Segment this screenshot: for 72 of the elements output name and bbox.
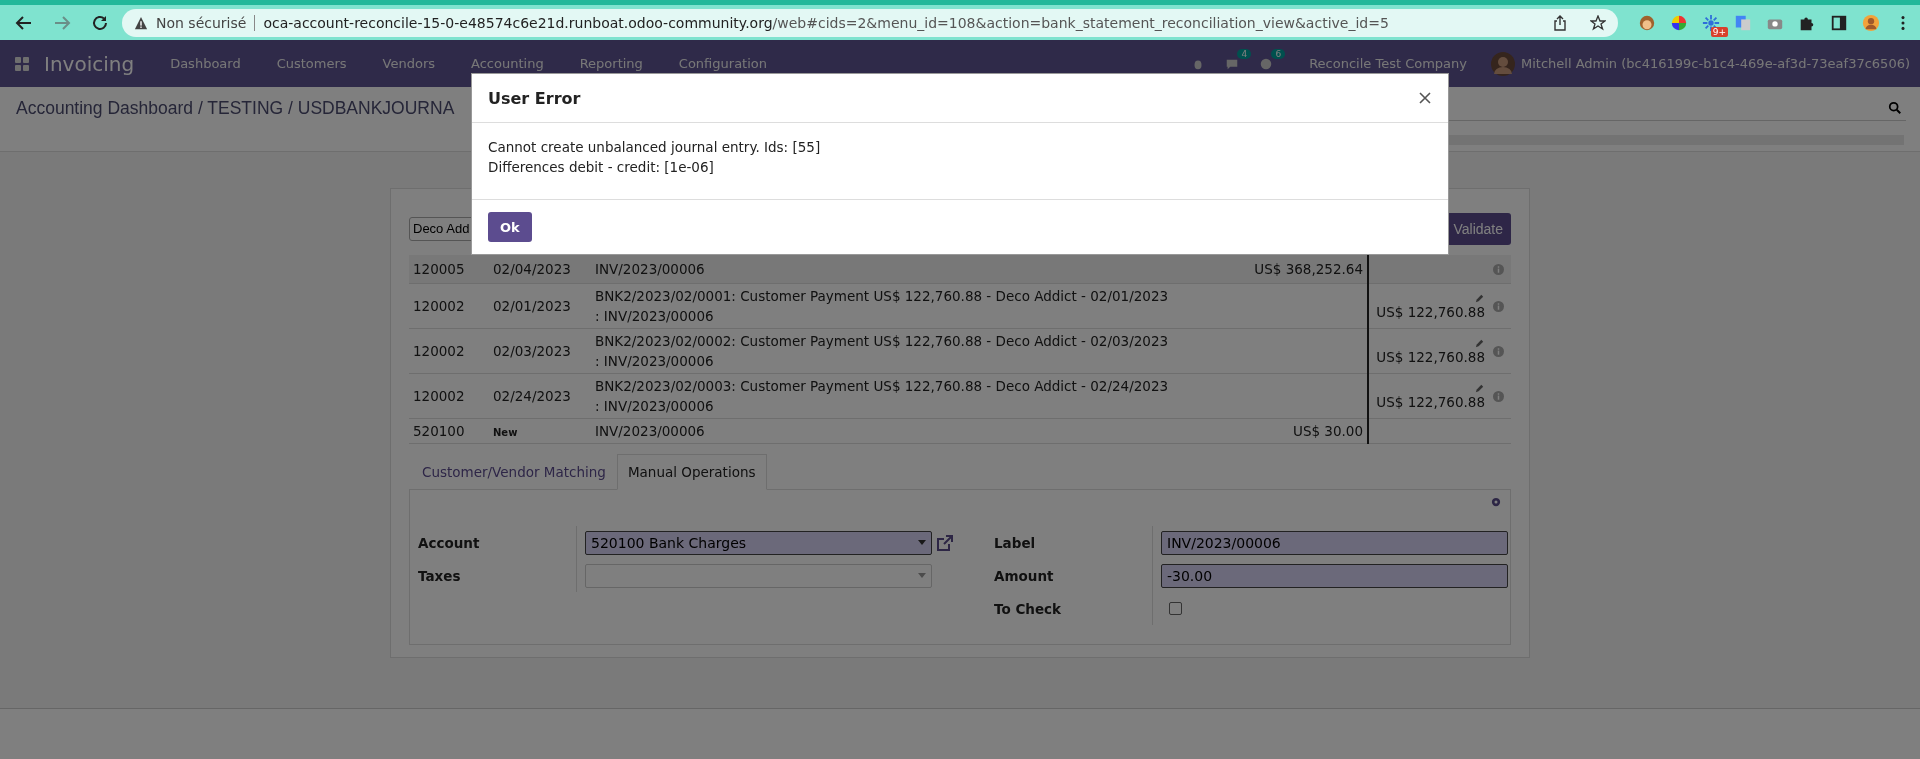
dialog-title: User Error: [488, 88, 581, 108]
security-label: Non sécurisé: [156, 14, 247, 31]
user-menu[interactable]: Mitchell Admin (bc416199c-b1c4-469e-af3d-73eaf37c6506): [1521, 56, 1910, 71]
color-wheel-icon[interactable]: [1670, 13, 1688, 32]
pencil-icon[interactable]: [1474, 337, 1485, 349]
info-icon[interactable]: [1493, 390, 1504, 402]
count-badge: 4: [1237, 48, 1252, 59]
field-label: Account: [418, 526, 577, 559]
company-switcher[interactable]: Reconcile Test Company: [1309, 56, 1467, 71]
notification-badge: 9+: [1710, 26, 1728, 37]
table-cell: US$ 30.00: [1293, 423, 1363, 439]
menu-item[interactable]: Reporting: [561, 56, 661, 71]
user-avatar[interactable]: [1491, 51, 1515, 76]
menu-item[interactable]: Configuration: [660, 56, 785, 71]
table-cell: 120005: [409, 255, 489, 284]
apps-icon[interactable]: [14, 55, 30, 72]
table-cell: 02/24/2023: [489, 373, 591, 419]
address-bar[interactable]: Non sécurisé oca-account-reconcile-15-0-e48574c6e21d.runboat.odoo-community.org/web#cids=2&menu_id=108&action=bank_statement_reconciliation_view&active_id=5: [122, 8, 1618, 37]
table-cell: 520100: [409, 418, 489, 444]
table-cell: New: [489, 418, 591, 444]
table-cell: 120002: [409, 373, 489, 419]
external-link-icon[interactable]: [936, 533, 954, 552]
checkbox[interactable]: [1169, 602, 1182, 615]
table-cell: 120002: [409, 283, 489, 329]
field-label: Amount: [994, 559, 1153, 592]
settings-icon[interactable]: [1490, 496, 1502, 508]
app-title[interactable]: Invoicing: [44, 51, 135, 76]
table-cell: 120002: [409, 328, 489, 374]
table-cell: BNK2/2023/02/0002: Customer Payment US$ 122,760.88 - Deco Addict - 02/03/2023 : INV/2023/00006: [591, 328, 1179, 374]
menu-item[interactable]: Vendors: [364, 56, 454, 71]
caret-icon: [918, 573, 926, 578]
account-select[interactable]: 520100 Bank Charges: [585, 530, 932, 555]
error-message: Differences debit - credit: [1e-06]: [488, 158, 715, 177]
info-icon[interactable]: [1493, 263, 1504, 275]
table-cell-text: US$ 122,760.88: [1375, 348, 1485, 365]
count-badge: 6: [1271, 48, 1286, 59]
tab[interactable]: Customer/Vendor Matching: [411, 454, 617, 490]
menu-item[interactable]: Accounting: [453, 56, 562, 71]
caret-icon: [918, 540, 926, 545]
breadcrumb: Accounting Dashboard / TESTING / USDBANKJOURNA: [16, 97, 455, 119]
error-message: Cannot create unbalanced journal entry. Ids: [55]: [488, 138, 822, 157]
url-text: oca-account-reconcile-15-0-e48574c6e21d.runboat.odoo-community.org/web#cids=2&menu_id=108&action=bank_statement_reconciliation_view&active_id=5: [263, 14, 1389, 31]
table-cell: 02/03/2023: [489, 328, 591, 374]
close-icon[interactable]: [1418, 91, 1432, 105]
warning-icon: [134, 15, 148, 30]
table-cell: 02/01/2023: [489, 283, 591, 329]
menu-item[interactable]: Dashboard: [152, 56, 259, 71]
field-label: Label: [994, 526, 1153, 559]
info-icon[interactable]: [1493, 345, 1504, 357]
table-cell: BNK2/2023/02/0001: Customer Payment US$ 122,760.88 - Deco Addict - 02/01/2023 : INV/2023/00006: [591, 283, 1179, 329]
info-icon[interactable]: [1493, 300, 1504, 312]
sidebar-icon[interactable]: [1830, 13, 1848, 32]
field-label: Taxes: [418, 559, 577, 592]
avatar-icon[interactable]: [1862, 13, 1880, 32]
search-icon[interactable]: [1888, 100, 1902, 115]
table-cell-text: US$ 122,760.88: [1375, 393, 1485, 410]
share-icon[interactable]: [1552, 14, 1568, 31]
tab[interactable]: Manual Operations: [616, 454, 767, 490]
ok-button[interactable]: Ok: [488, 212, 532, 242]
table-cell: US$ 368,252.64: [1254, 261, 1363, 277]
menu-item[interactable]: Customers: [258, 56, 365, 71]
pencil-icon[interactable]: [1474, 292, 1485, 304]
star-icon[interactable]: [1590, 14, 1606, 31]
table-cell: INV/2023/00006: [591, 255, 1179, 284]
field-label: To Check: [994, 592, 1153, 625]
table-cell: BNK2/2023/02/0003: Customer Payment US$ 122,760.88 - Deco Addict - 02/24/2023 : INV/2023/00006: [591, 373, 1179, 419]
pencil-icon[interactable]: [1474, 382, 1485, 394]
table-cell: INV/2023/00006: [591, 418, 1179, 444]
table-cell-text: US$ 122,760.88: [1375, 303, 1485, 320]
label-field[interactable]: INV/2023/00006: [1161, 530, 1508, 555]
table-cell: 02/04/2023: [489, 255, 591, 284]
amount-field[interactable]: -30.00: [1161, 563, 1508, 588]
